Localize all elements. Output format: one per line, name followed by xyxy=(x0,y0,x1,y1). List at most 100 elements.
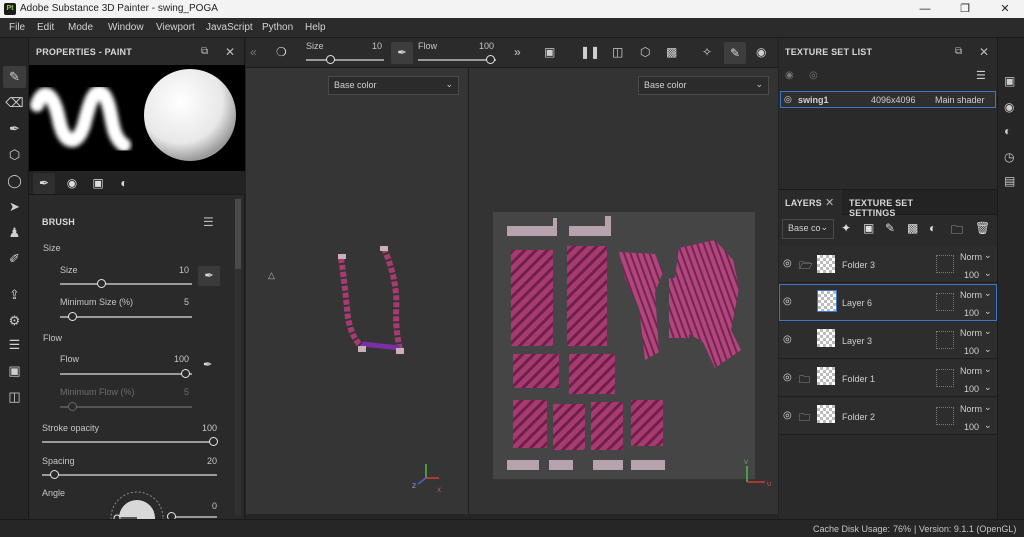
camera-icon[interactable]: ▩ xyxy=(666,45,677,59)
layer-opacity[interactable]: 100 xyxy=(964,308,979,318)
toolbar-size-handle[interactable] xyxy=(326,55,335,64)
folder-open-icon[interactable]: 🗁 xyxy=(799,257,813,276)
presets-menu-icon[interactable]: ☰ xyxy=(203,215,214,229)
min-size-value[interactable]: 5 xyxy=(159,297,189,307)
tab-alpha-icon[interactable]: ◉ xyxy=(61,173,83,194)
log-icon[interactable]: ▤ xyxy=(1004,174,1015,188)
eye-icon[interactable]: ◎ xyxy=(784,94,792,105)
stroke-opacity-slider-handle[interactable] xyxy=(209,437,218,446)
add-smart-material-icon[interactable]: ◐ xyxy=(929,221,936,235)
flow-slider[interactable] xyxy=(60,373,192,375)
folder-icon[interactable]: 🗀 xyxy=(799,371,810,390)
menu-file[interactable]: File xyxy=(9,22,25,33)
eye-icon[interactable]: ◎ xyxy=(783,410,792,421)
menu-viewport[interactable]: Viewport xyxy=(156,22,195,33)
toolbar-size-slider[interactable] xyxy=(306,59,384,61)
cube-view-icon[interactable]: ⬡ xyxy=(640,45,650,59)
min-size-slider-handle[interactable] xyxy=(68,312,77,321)
color-picker-icon[interactable]: ✐ xyxy=(3,248,26,270)
tab-texture-set-settings[interactable]: TEXTURE SET SETTINGS xyxy=(843,190,961,218)
pen-pressure-flow-icon[interactable]: ✒ xyxy=(203,358,212,371)
stroke-opacity-value[interactable]: 100 xyxy=(187,423,217,433)
projection-icon[interactable]: ✒ xyxy=(3,118,26,140)
toolbar-flow-handle[interactable] xyxy=(486,55,495,64)
split-view-icon[interactable]: ◫ xyxy=(612,45,623,59)
size-slider[interactable] xyxy=(60,283,192,285)
eye-icon[interactable]: ◎ xyxy=(783,334,792,345)
properties-scrollbar[interactable] xyxy=(235,198,241,516)
texture-set-row[interactable]: ◎ swing1 4096x4096 Main shader xyxy=(780,91,996,108)
eraser-icon[interactable]: ⌫ xyxy=(3,92,26,114)
geometry-fill-icon[interactable]: ⬡ xyxy=(3,144,26,166)
blend-mode[interactable]: Norm xyxy=(960,366,982,376)
properties-scroll-thumb[interactable] xyxy=(235,199,241,269)
layer-name[interactable]: Layer 3 xyxy=(842,336,872,346)
menu-javascript[interactable]: JavaScript xyxy=(206,22,253,33)
layer-name[interactable]: Folder 2 xyxy=(842,412,875,422)
angle-dial[interactable] xyxy=(109,490,165,519)
layer-row-layer-3[interactable]: ◎ Layer 3 Norm ⌄ 100 ⌄ xyxy=(779,322,997,359)
add-effect-icon[interactable]: ✦ xyxy=(841,221,851,235)
toolbar-flow-value[interactable]: 100 xyxy=(466,41,494,51)
flow-slider-handle[interactable] xyxy=(181,369,190,378)
layer-opacity[interactable]: 100 xyxy=(964,422,979,432)
polygon-fill-icon[interactable]: ◯ xyxy=(3,170,26,192)
add-mask-icon[interactable]: ▣ xyxy=(863,221,874,235)
export-icon[interactable]: ⇪ xyxy=(3,284,26,306)
camera-capture-icon[interactable]: ▣ xyxy=(3,360,26,382)
viewport-3d[interactable]: Base color ⌄ △ Z X xyxy=(246,68,468,514)
add-paint-layer-icon[interactable]: ✎ xyxy=(885,221,895,235)
uv-texture-canvas[interactable] xyxy=(493,212,755,479)
toolbar-flow-slider[interactable] xyxy=(418,59,496,61)
collapse-left-icon[interactable]: « xyxy=(250,45,257,59)
toolbar-pressure-icon[interactable]: ✒ xyxy=(391,42,413,64)
add-folder-icon[interactable]: 🗀 xyxy=(951,221,963,242)
paint-brush-icon[interactable]: ✎ xyxy=(3,66,26,88)
delete-layer-icon[interactable]: 🗑 xyxy=(975,221,990,235)
screenshot-icon[interactable]: ◉ xyxy=(756,45,766,59)
bake-icon[interactable]: ⚙ xyxy=(3,310,26,332)
close-window-button[interactable]: ✕ xyxy=(990,2,1020,16)
close-panel-icon[interactable]: ✕ xyxy=(225,45,235,59)
layer-row-folder-2[interactable]: ◎ 🗀 Folder 2 Norm ⌄ 100 ⌄ xyxy=(779,398,997,435)
layer-opacity[interactable]: 100 xyxy=(964,384,979,394)
tab-stencil-icon[interactable]: ▣ xyxy=(87,173,109,194)
spacing-slider-handle[interactable] xyxy=(50,470,59,479)
add-fill-layer-icon[interactable]: ▩ xyxy=(907,221,918,235)
clone-stamp-icon[interactable]: ♟ xyxy=(3,222,26,244)
layer-opacity[interactable]: 100 xyxy=(964,346,979,356)
layer-row-folder-1[interactable]: ◎ 🗀 Folder 1 Norm ⌄ 100 ⌄ xyxy=(779,360,997,397)
menu-window[interactable]: Window xyxy=(108,22,144,33)
history-icon[interactable]: ◷ xyxy=(1004,150,1014,164)
layer-name[interactable]: Folder 1 xyxy=(842,374,875,384)
viewport-2d[interactable]: Base color ⌄ V U xyxy=(469,68,778,514)
layer-row-layer-6[interactable]: ◎ Layer 6 Norm ⌄ 100 ⌄ xyxy=(779,284,997,321)
float-panel-icon[interactable]: ⧉ xyxy=(201,46,208,57)
menu-edit[interactable]: Edit xyxy=(37,22,54,33)
viewer-settings-icon[interactable]: ◐ xyxy=(1004,124,1011,138)
eye-icon[interactable]: ◎ xyxy=(783,372,792,383)
toolbar-size-value[interactable]: 10 xyxy=(358,41,382,51)
expand-right-icon[interactable]: » xyxy=(514,45,521,59)
grid-off-icon[interactable]: ▣ xyxy=(544,45,555,59)
light-icon[interactable]: ✧ xyxy=(702,45,712,59)
flow-value[interactable]: 100 xyxy=(159,354,189,364)
eye-icon[interactable]: ◎ xyxy=(809,70,818,81)
tab-material-icon[interactable]: ◐ xyxy=(113,173,135,194)
menu-mode[interactable]: Mode xyxy=(68,22,93,33)
menu-python[interactable]: Python xyxy=(262,22,293,33)
viewport-2d-channel-select[interactable]: Base color ⌄ xyxy=(638,76,769,95)
paint-mode-icon[interactable]: ✎ xyxy=(724,42,746,64)
shader-settings-icon[interactable]: ◉ xyxy=(1004,100,1014,114)
eye-icon[interactable]: ◎ xyxy=(783,258,792,269)
blend-mode[interactable]: Norm xyxy=(960,290,982,300)
blend-mode[interactable]: Norm xyxy=(960,404,982,414)
viewport-3d-channel-select[interactable]: Base color ⌄ xyxy=(328,76,459,95)
tab-layers[interactable]: LAYERS ✕ xyxy=(779,190,842,215)
minimize-button[interactable]: — xyxy=(910,2,940,16)
spacing-value[interactable]: 20 xyxy=(187,456,217,466)
tab-brush-icon[interactable]: ✒ xyxy=(33,173,55,194)
blend-mode[interactable]: Norm xyxy=(960,328,982,338)
pause-icon[interactable]: ❚❚ xyxy=(580,45,600,59)
float-panel-icon[interactable]: ⧉ xyxy=(955,46,962,57)
